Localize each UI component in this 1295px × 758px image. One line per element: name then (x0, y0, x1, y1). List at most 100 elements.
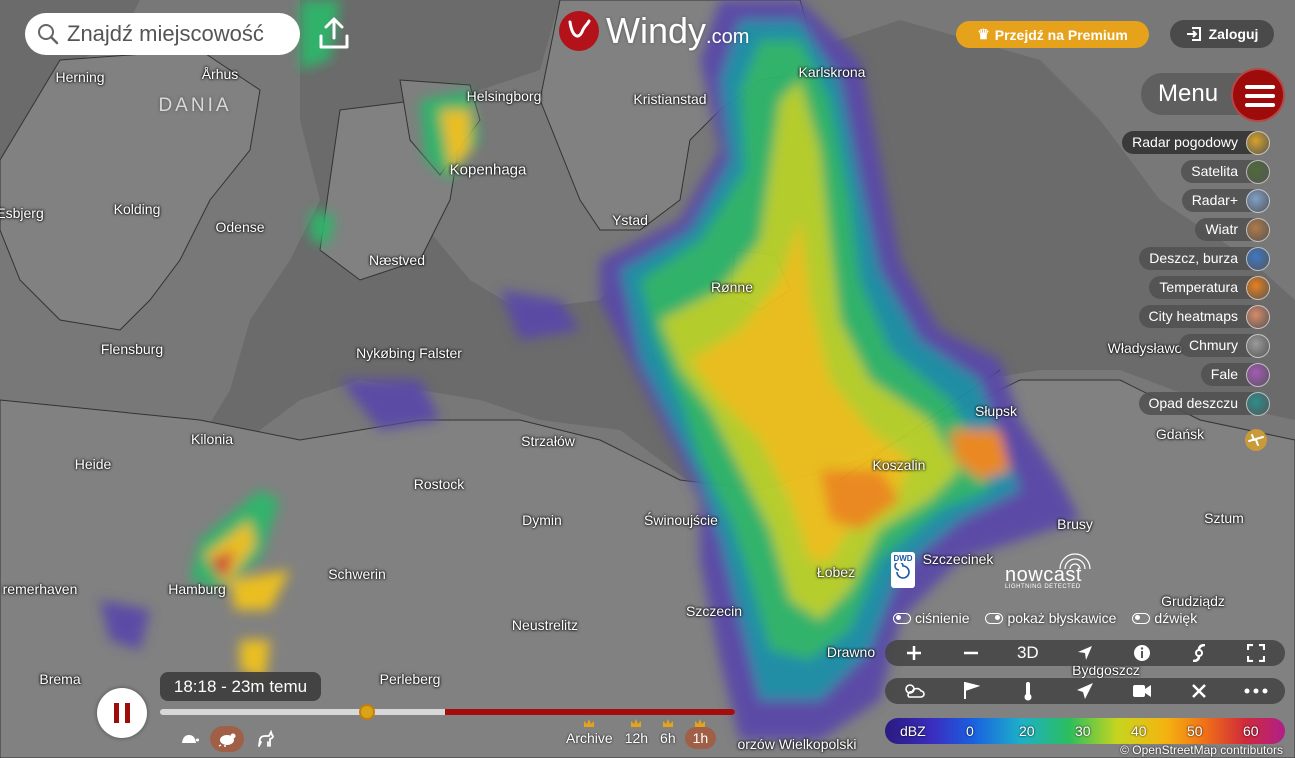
city-label[interactable]: Schwerin (328, 566, 386, 582)
layer-clouds[interactable]: Chmury (1178, 333, 1270, 358)
toggle-switch-icon[interactable] (985, 612, 1004, 624)
fullscreen-icon[interactable] (1241, 641, 1271, 665)
wind-icon (1246, 217, 1270, 242)
city-label[interactable]: Władysławo (1108, 340, 1183, 356)
timeline-handle[interactable] (359, 704, 375, 720)
airport-icon[interactable] (1070, 679, 1100, 703)
hurricane-icon[interactable] (1184, 641, 1214, 665)
city-label[interactable]: Esbjerg (0, 205, 44, 221)
upload-icon[interactable] (316, 16, 352, 52)
zoom-out-icon[interactable] (956, 641, 986, 665)
thermometer-icon[interactable] (1013, 679, 1043, 703)
city-label[interactable]: Słupsk (975, 403, 1017, 419)
range-1h[interactable]: 1h (684, 719, 717, 749)
airplane-icon[interactable] (1244, 428, 1268, 452)
layer-wind[interactable]: Wiatr (1195, 217, 1270, 242)
city-label[interactable]: Ystad (612, 212, 648, 228)
city-label[interactable]: Nykøbing Falster (356, 345, 462, 361)
city-label[interactable]: Kristianstad (633, 91, 706, 107)
layer-accumulation[interactable]: Opad deszczu (1138, 391, 1270, 416)
toggle-label: dźwięk (1154, 610, 1198, 626)
city-label[interactable]: Flensburg (101, 341, 163, 357)
webcam-icon[interactable] (1127, 679, 1157, 703)
city-label[interactable]: Neustrelitz (512, 617, 578, 633)
city-label[interactable]: Næstved (369, 252, 425, 268)
login-label: Zaloguj (1208, 26, 1259, 42)
layer-radar-plus[interactable]: Radar+ (1181, 188, 1270, 213)
city-label[interactable]: Herning (55, 69, 104, 85)
time-range-selector: Archive 12h 6h 1h (563, 719, 717, 749)
search-input[interactable] (67, 21, 297, 47)
city-label[interactable]: Perleberg (380, 671, 441, 687)
layer-heatmap[interactable]: City heatmaps (1138, 304, 1270, 329)
normal-speed-icon[interactable] (210, 726, 244, 752)
city-label[interactable]: Karlskrona (799, 64, 866, 80)
premium-button[interactable]: ♛ Przejdź na Premium (956, 21, 1149, 48)
pause-button[interactable] (97, 688, 147, 738)
legend-value: 30 (1075, 723, 1091, 739)
zoom-in-icon[interactable] (899, 641, 929, 665)
city-label[interactable]: Kopenhaga (450, 162, 527, 179)
locate-icon[interactable] (1070, 641, 1100, 665)
crown-icon: ♛ (977, 26, 990, 42)
close-icon[interactable] (1184, 679, 1214, 703)
info-icon[interactable] (1127, 641, 1157, 665)
range-12h[interactable]: 12h (622, 719, 651, 749)
city-label[interactable]: Kolding (114, 201, 161, 217)
city-label[interactable]: Helsingborg (467, 88, 542, 104)
city-label[interactable]: Szczecinek (923, 551, 994, 567)
city-label[interactable]: Szczecin (686, 603, 742, 619)
windy-logo[interactable]: Windy.com (558, 10, 749, 52)
city-label[interactable]: Heide (75, 456, 112, 472)
layer-waves[interactable]: Fale (1200, 362, 1270, 387)
flag-icon[interactable] (956, 679, 986, 703)
city-label[interactable]: Brema (39, 671, 80, 687)
city-label[interactable]: Sztum (1204, 510, 1244, 526)
toggle-switch-icon[interactable] (893, 612, 911, 624)
city-label[interactable]: orzów Wielkopolski (737, 736, 856, 752)
city-label[interactable]: Strzałów (521, 433, 575, 449)
toggle-1[interactable]: pokaż błyskawice (985, 610, 1116, 626)
city-label[interactable]: remerhaven (3, 581, 78, 597)
hamburger-icon[interactable] (1231, 68, 1285, 122)
city-label[interactable]: Gdańsk (1156, 426, 1204, 442)
layer-temperature[interactable]: Temperatura (1149, 275, 1270, 300)
toggle-2[interactable]: dźwięk (1132, 610, 1197, 626)
city-label[interactable]: Drawno (827, 644, 875, 660)
accumulation-icon (1246, 391, 1270, 416)
clouds-icon (1246, 333, 1270, 358)
city-label[interactable]: Århus (202, 66, 239, 82)
toggle-0[interactable]: ciśnienie (893, 610, 969, 626)
timeline[interactable] (160, 704, 735, 720)
city-label[interactable]: Brusy (1057, 516, 1093, 532)
layer-satellite[interactable]: Satelita (1181, 159, 1270, 184)
fast-animal-icon[interactable] (248, 726, 282, 752)
city-label[interactable]: Koszalin (873, 457, 926, 473)
city-label[interactable]: Dymin (522, 512, 562, 528)
city-label[interactable]: Kilonia (191, 431, 233, 447)
slow-turtle-icon[interactable] (172, 726, 206, 752)
dwd-label: DWD (893, 554, 913, 563)
login-button[interactable]: Zaloguj (1170, 20, 1274, 48)
3d-button[interactable]: 3D (1013, 641, 1043, 665)
toggle-switch-icon[interactable] (1132, 612, 1151, 624)
weather-icon[interactable] (899, 679, 929, 703)
city-label[interactable]: Grudziądz (1161, 593, 1225, 609)
copyright-text[interactable]: © OpenStreetMap contributors (1120, 743, 1283, 757)
city-label[interactable]: Hamburg (168, 581, 226, 597)
radar-legend[interactable]: dBZ 0 20 30 40 50 60 (885, 718, 1285, 744)
premium-crown-icon (584, 719, 595, 727)
layer-radar[interactable]: Radar pogodowy (1122, 130, 1270, 155)
range-archive[interactable]: Archive (563, 719, 616, 749)
more-icon[interactable] (1241, 679, 1271, 703)
city-label[interactable]: Łobez (817, 564, 855, 580)
city-label[interactable]: Rønne (711, 279, 753, 295)
layer-rain[interactable]: Deszcz, burza (1139, 246, 1270, 271)
city-label[interactable]: Świnoujście (644, 512, 718, 528)
search-box[interactable] (25, 13, 300, 55)
menu-button[interactable]: Menu (1141, 68, 1285, 122)
city-label[interactable]: Rostock (414, 476, 465, 492)
range-6h[interactable]: 6h (657, 719, 679, 749)
premium-crown-icon (631, 719, 642, 727)
city-label[interactable]: Odense (215, 219, 264, 235)
